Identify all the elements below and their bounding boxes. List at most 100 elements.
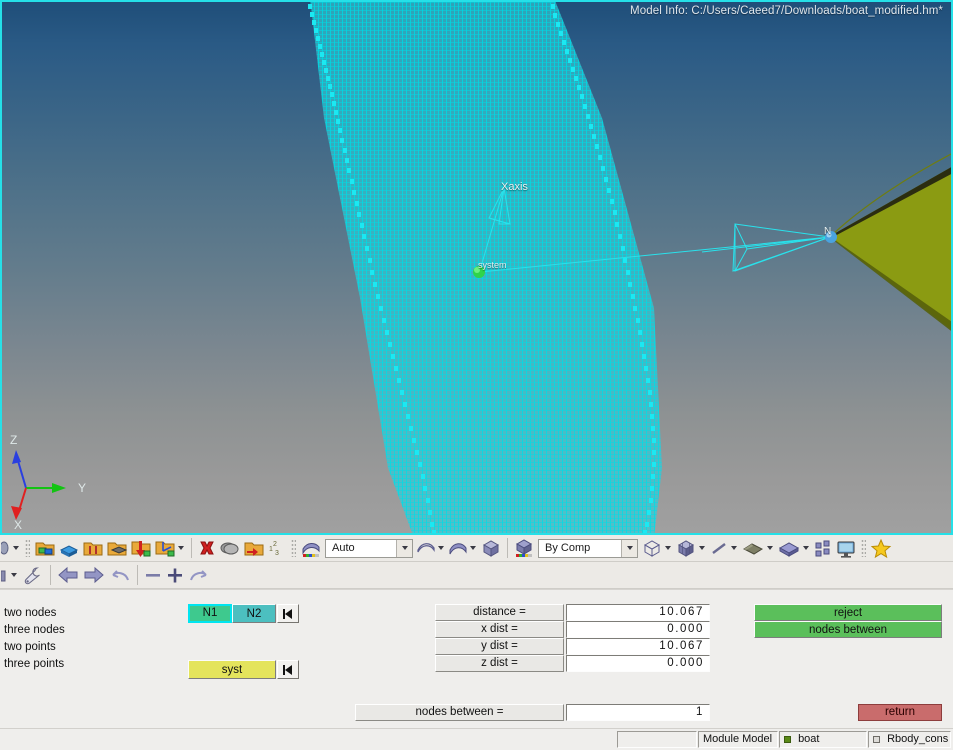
- command-panel: two nodes three nodes two points three p…: [0, 589, 953, 728]
- y-dist-value[interactable]: 10.067: [566, 638, 710, 655]
- visualization-mode-select[interactable]: Auto: [325, 538, 413, 558]
- system-button[interactable]: syst: [188, 660, 276, 679]
- collector-icon: [35, 542, 55, 556]
- chevron-down-icon[interactable]: [13, 546, 19, 550]
- svg-text:3: 3: [275, 550, 279, 557]
- nodes-between-button[interactable]: nodes between: [754, 621, 942, 638]
- forward-button[interactable]: [81, 563, 107, 587]
- reject-button[interactable]: reject: [754, 604, 942, 621]
- monitor-icon: [837, 541, 855, 558]
- axis-triad: Z Y X: [10, 433, 86, 531]
- color-cube-icon: [515, 539, 533, 557]
- collector-color-chip: [873, 735, 880, 743]
- panel-option-two-points[interactable]: two points: [4, 641, 56, 653]
- display-monitor-button[interactable]: [834, 536, 858, 560]
- mask-icon-button[interactable]: [218, 536, 242, 560]
- collector-icon-button[interactable]: [33, 536, 57, 560]
- panel-option-three-points[interactable]: three points: [4, 658, 64, 670]
- status-collector-label: Rbody_cons: [887, 733, 949, 745]
- zoom-out-button[interactable]: [142, 563, 164, 587]
- solid-mode-button[interactable]: [479, 536, 503, 560]
- toolbar-overflow-left[interactable]: [0, 563, 20, 587]
- svg-text:Y: Y: [78, 481, 86, 495]
- surface-display-button[interactable]: [740, 536, 776, 560]
- node-selector-n2[interactable]: N2: [232, 604, 276, 623]
- organize-icon-button[interactable]: [242, 536, 266, 560]
- selected-component-surface: [832, 167, 951, 331]
- distance-value[interactable]: 10.067: [566, 604, 710, 621]
- chevron-down-icon[interactable]: [767, 546, 773, 550]
- options-button[interactable]: [20, 563, 46, 587]
- distance-label: distance =: [435, 604, 564, 621]
- system-step-back-button[interactable]: [277, 660, 299, 679]
- solid-cube-button[interactable]: [674, 536, 708, 560]
- load-collector-icon-button[interactable]: [129, 536, 153, 560]
- zoom-out-icon: [146, 574, 160, 577]
- chevron-down-icon[interactable]: [178, 546, 184, 550]
- nodes-between-label: nodes between =: [355, 704, 564, 721]
- renumber-icon-button[interactable]: 2 1 3: [266, 536, 288, 560]
- model-info-label: Model Info: C:/Users/Caeed7/Downloads/bo…: [630, 5, 943, 17]
- viewport-geometry: [308, 4, 951, 533]
- panel-option-two-nodes[interactable]: two nodes: [4, 607, 56, 619]
- status-component[interactable]: boat: [779, 731, 867, 748]
- toolbar-handle-left[interactable]: [0, 536, 22, 560]
- wireframe-cube-button[interactable]: [640, 536, 674, 560]
- component-icon-button[interactable]: [57, 536, 81, 560]
- toolbar-grip[interactable]: [291, 539, 296, 557]
- include-icon-button[interactable]: [105, 536, 129, 560]
- status-message: [617, 731, 697, 748]
- toolbar-grip[interactable]: [25, 539, 30, 557]
- chevron-down-icon[interactable]: [470, 546, 476, 550]
- node-selector-n1[interactable]: N1: [188, 604, 232, 623]
- line-display-button[interactable]: [708, 536, 740, 560]
- z-dist-value[interactable]: 0.000: [566, 655, 710, 672]
- return-button[interactable]: return: [858, 704, 942, 721]
- chevron-down-icon[interactable]: [803, 546, 809, 550]
- x-dist-value[interactable]: 0.000: [566, 621, 710, 638]
- svg-text:1: 1: [269, 546, 273, 553]
- color-mode-group[interactable]: [512, 536, 536, 560]
- solid-slab-icon: [778, 542, 800, 557]
- toolbar-grip[interactable]: [861, 539, 866, 557]
- status-component-label: boat: [798, 733, 820, 745]
- visualization-mode-dropdown[interactable]: [396, 539, 412, 557]
- line-icon: [712, 543, 726, 554]
- back-arrow-icon: [58, 566, 78, 584]
- redo-button[interactable]: [186, 563, 212, 587]
- surface-mode-1-button[interactable]: [415, 536, 447, 560]
- color-mode-select[interactable]: By Comp: [538, 538, 638, 558]
- z-dist-label: z dist =: [435, 655, 564, 672]
- partial-icon: [1, 570, 6, 582]
- status-collector[interactable]: Rbody_cons: [868, 731, 951, 748]
- toolbar-divider: [137, 565, 138, 585]
- node-step-back-button[interactable]: [277, 604, 299, 623]
- assembly-icon-button[interactable]: [81, 536, 105, 560]
- delete-icon-button[interactable]: [196, 536, 218, 560]
- elements-display-button[interactable]: [812, 536, 834, 560]
- chevron-down-icon[interactable]: [699, 546, 705, 550]
- favorites-button[interactable]: [869, 536, 893, 560]
- back-button[interactable]: [55, 563, 81, 587]
- chevron-down-icon[interactable]: [731, 546, 737, 550]
- status-module[interactable]: Module Model: [698, 731, 778, 748]
- chevron-down-icon[interactable]: [438, 546, 444, 550]
- visualization-mode-group[interactable]: [299, 536, 323, 560]
- panel-option-three-nodes[interactable]: three nodes: [4, 624, 65, 636]
- undo-button[interactable]: [107, 563, 133, 587]
- nodes-between-value[interactable]: 1: [566, 704, 710, 721]
- partial-icon: [1, 541, 9, 555]
- surface-mode-2-button[interactable]: [447, 536, 479, 560]
- redo-icon: [190, 570, 207, 581]
- solid-display-button[interactable]: [776, 536, 812, 560]
- chevron-down-icon[interactable]: [11, 573, 17, 577]
- elements-icon: [815, 540, 830, 557]
- chevron-down-icon[interactable]: [665, 546, 671, 550]
- svg-text:Z: Z: [10, 433, 17, 447]
- system-collector-icon-button[interactable]: [153, 536, 187, 560]
- solid-cube-icon: [677, 540, 695, 557]
- color-mode-dropdown[interactable]: [621, 539, 637, 557]
- zoom-in-button[interactable]: [164, 563, 186, 587]
- component-color-chip: [784, 735, 791, 743]
- graphics-viewport[interactable]: Xaxis system N Z Y X Model Info: C:/User…: [0, 0, 953, 535]
